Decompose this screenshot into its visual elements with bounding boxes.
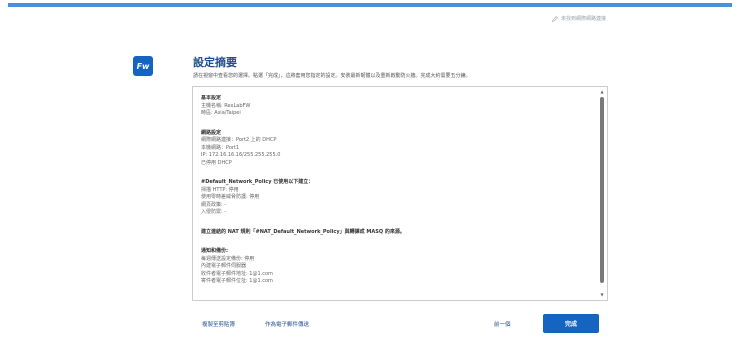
nat-section: 建立連結的 NAT 規則「#NAT_Default_Network_Policy…	[201, 229, 593, 237]
notify-backup-section: 通知和備份: 每週傳送設定備份: 停用 內建電子郵件伺服器 收件者電子郵件地址:…	[201, 248, 593, 286]
section-heading: 基本設定	[201, 95, 222, 101]
summary-line: 時區: Asia/Taipei	[201, 110, 241, 116]
page-title: 設定摘要	[193, 56, 237, 69]
section-heading: 網路設定	[201, 129, 222, 136]
send-as-email-link[interactable]: 作為電子郵件傳送	[265, 320, 309, 328]
summary-line: 已停用 DHCP	[201, 159, 232, 166]
summary-content: 基本設定 主機名稱: RexLabFW 時區: Asia/Taipei 網路設定…	[201, 95, 593, 296]
summary-line: IP: 172.16.16.16/255.255.255.0	[201, 152, 281, 158]
basic-settings-section: 基本設定 主機名稱: RexLabFW 時區: Asia/Taipei	[201, 95, 593, 118]
summary-line: 寄件者電子郵件位址: 1@1.com	[201, 278, 273, 284]
help-link-label: 未找到網際網路連接	[560, 16, 606, 22]
summary-line: 網際網路連接：Port2 上的 DHCP	[201, 137, 277, 143]
summary-line: 本機網路：Port1	[201, 144, 240, 151]
no-internet-help-link[interactable]: 未找到網際網路連接	[552, 15, 606, 22]
summary-panel[interactable]: 基本設定 主機名稱: RexLabFW 時區: Asia/Taipei 網路設定…	[192, 86, 608, 301]
vertical-scrollbar[interactable]: ▲ ▼	[599, 89, 605, 298]
summary-line: 入侵防禦: -	[201, 209, 227, 215]
policy-section: #Default_Network_Policy 已使用以下建立： 掃描 HTTP…	[201, 179, 593, 217]
app-logo: Fw	[133, 56, 153, 76]
summary-line: 主機名稱: RexLabFW	[201, 102, 251, 109]
top-accent-bar	[8, 3, 732, 7]
scroll-down-icon[interactable]: ▼	[599, 292, 605, 298]
summary-line: 網頁政策: -	[201, 201, 227, 208]
done-button[interactable]: 完成	[543, 314, 599, 333]
network-settings-section: 網路設定 網際網路連接：Port2 上的 DHCP 本機網路：Port1 IP:…	[201, 130, 593, 168]
page-subtitle: 請在視窗中查看您的選擇。點選「完成」，這將套用您指定的設定。安裝最新韌體以及重新…	[193, 73, 471, 79]
section-heading: 通知和備份:	[201, 248, 229, 254]
summary-line: 掃描 HTTP: 停用	[201, 186, 239, 193]
copy-to-clipboard-link[interactable]: 複製至剪貼簿	[202, 320, 235, 328]
section-heading: 建立連結的 NAT 規則「#NAT_Default_Network_Policy…	[201, 228, 405, 235]
section-heading: #Default_Network_Policy 已使用以下建立：	[201, 179, 314, 185]
pencil-icon	[552, 15, 558, 22]
summary-line: 每週傳送設定備份: 停用	[201, 255, 255, 262]
back-button[interactable]: 前一個	[494, 320, 511, 328]
scroll-up-icon[interactable]: ▲	[599, 89, 605, 95]
summary-line: 使用零時差威脅防護: 停用	[201, 194, 260, 200]
summary-line: 收件者電子郵件地址: 1@1.com	[201, 270, 273, 277]
scrollbar-thumb[interactable]	[600, 97, 604, 283]
summary-line: 內建電子郵件伺服器	[201, 263, 247, 269]
